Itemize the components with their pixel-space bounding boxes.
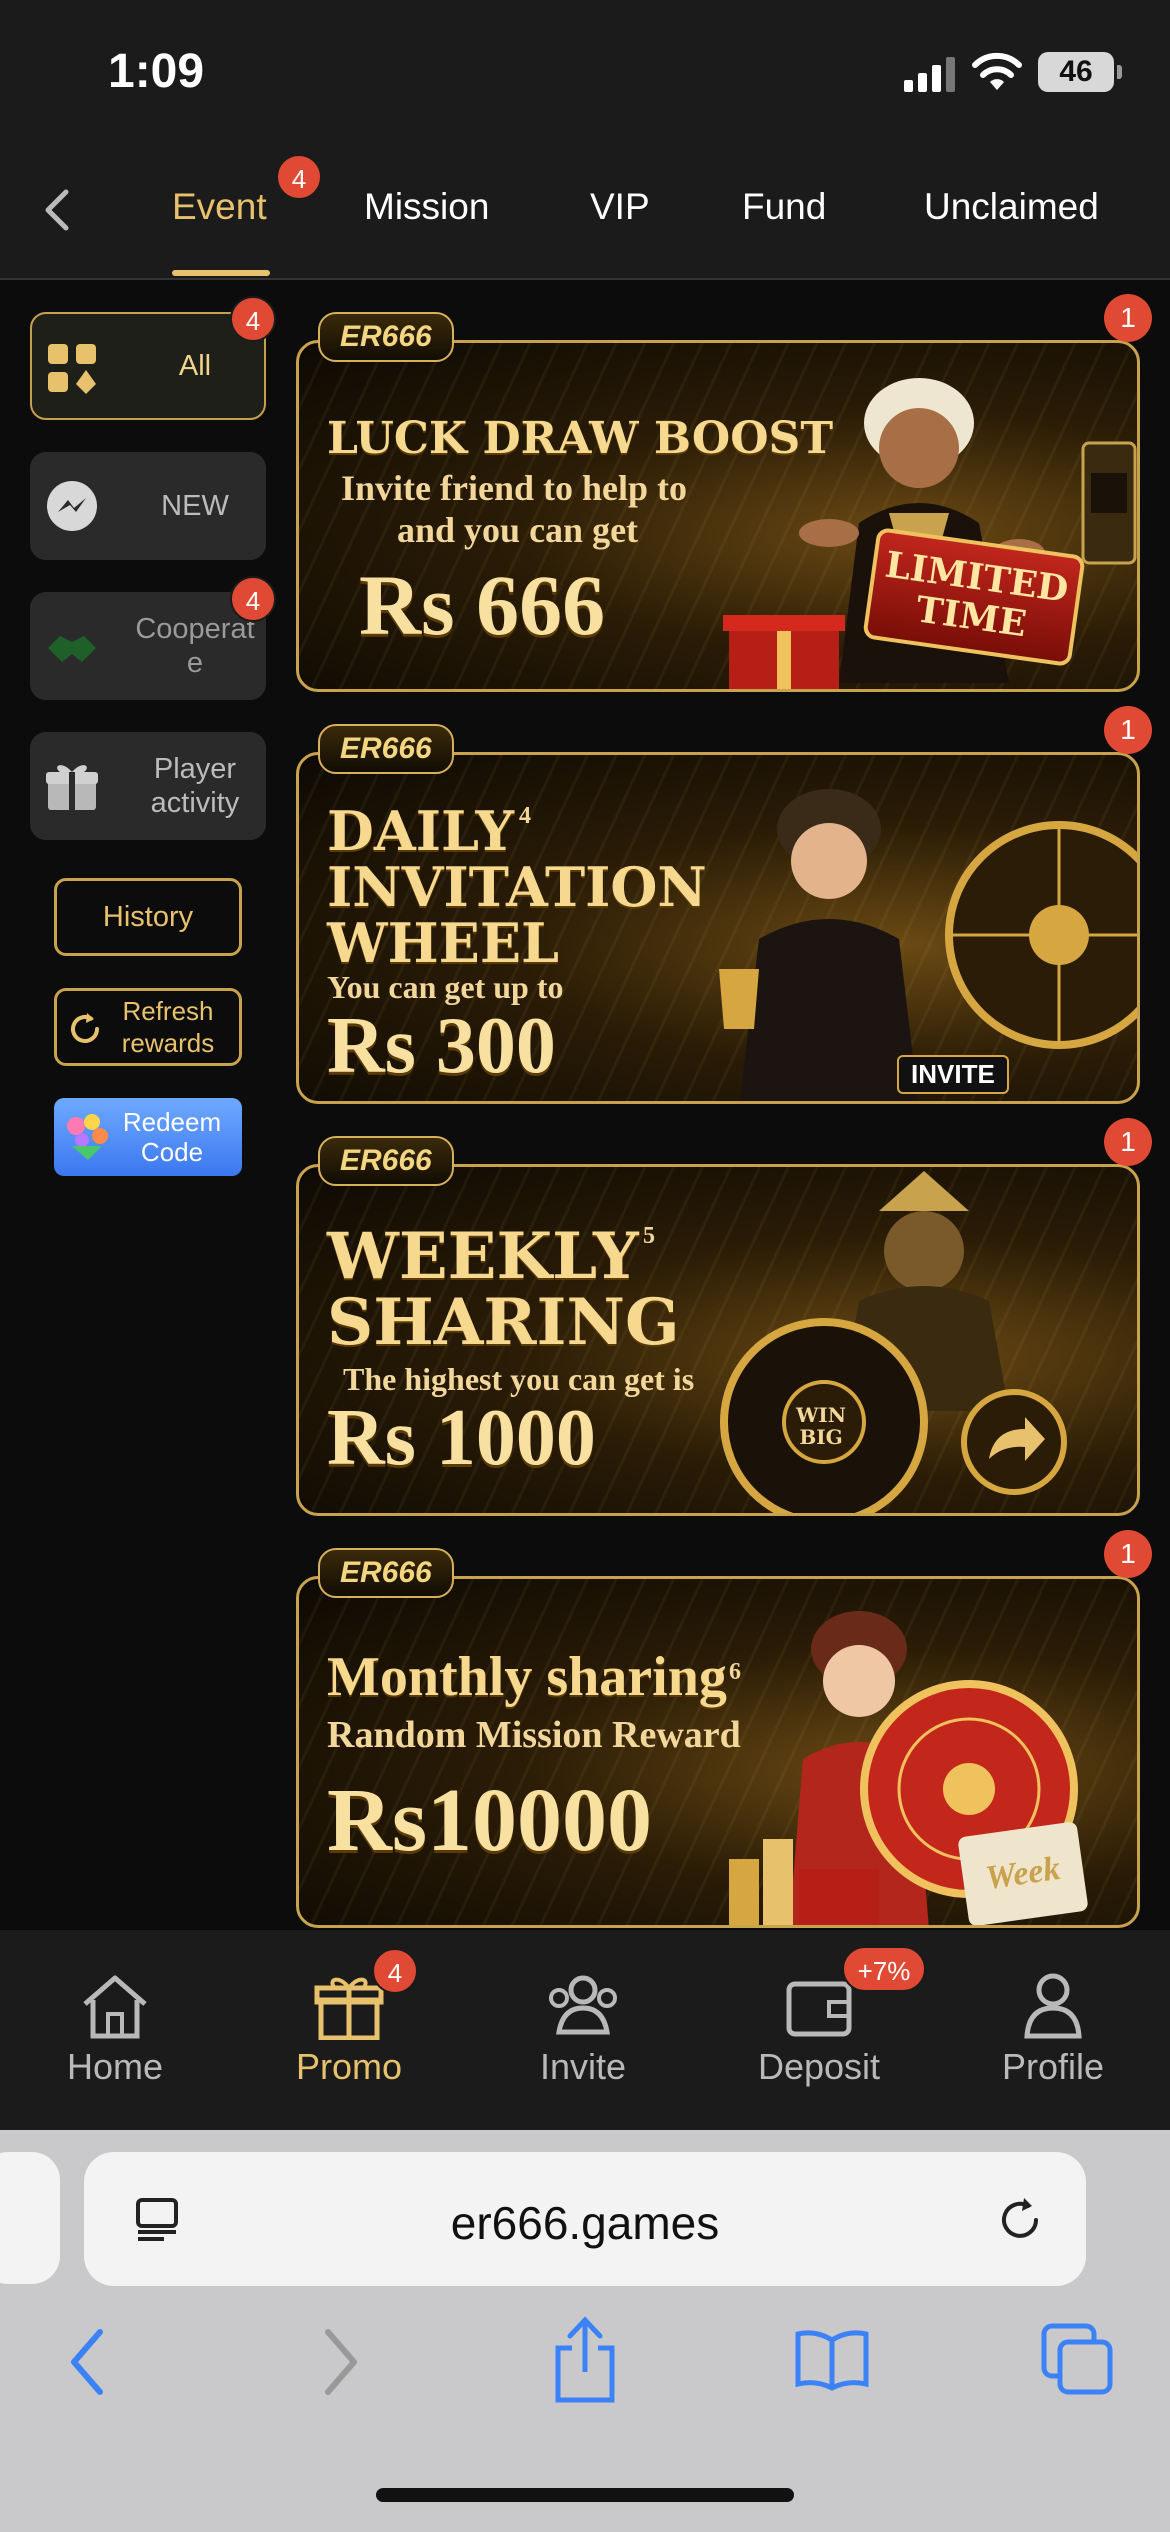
home-indicator[interactable]: [376, 2488, 794, 2502]
top-tab-bar: Event 4 Mission VIP Fund Unclaimed: [0, 150, 1170, 280]
er666-logo: ER666: [318, 724, 454, 774]
status-bar: 1:09 46: [0, 0, 1170, 150]
reload-icon[interactable]: [996, 2196, 1044, 2244]
prize-wheel-icon: [945, 821, 1137, 1049]
sidebar-item-label: Player activity: [150, 753, 240, 819]
tab-mission[interactable]: Mission: [364, 186, 489, 228]
banner-amount: Rs10000: [327, 1771, 653, 1870]
gold-coins-stack-icon: [729, 1839, 879, 1925]
bottom-nav-home[interactable]: Home: [30, 1970, 200, 2088]
sidebar-all-badge: 4: [230, 296, 276, 342]
er666-logo: ER666: [318, 1136, 454, 1186]
sidebar-item-cooperate[interactable]: Cooperat e: [30, 592, 266, 700]
handshake-icon: [48, 636, 96, 662]
banner-title-line: INVITATION: [327, 855, 707, 919]
win-big-label: WIN BIG: [795, 1403, 847, 1449]
person-icon: [1024, 1973, 1082, 2039]
bookmarks-icon[interactable]: [792, 2326, 872, 2392]
er666-logo: ER666: [318, 1548, 454, 1598]
refresh-icon: [71, 1013, 99, 1043]
banner-amount: Rs 666: [359, 557, 606, 653]
banner-amount: Rs 300: [327, 1002, 556, 1090]
browser-back-icon[interactable]: [60, 2322, 116, 2402]
active-tab-indicator: [172, 270, 270, 276]
bottom-nav-label: Profile: [1001, 2046, 1105, 2087]
banner-luck-draw-boost[interactable]: LUCK DRAW BOOST Invite friend to help to…: [296, 340, 1140, 692]
back-chevron-icon[interactable]: [28, 180, 88, 240]
bottom-nav-profile[interactable]: Profile: [968, 1970, 1138, 2088]
tab-event[interactable]: Event: [172, 186, 267, 228]
gift-box-icon: [46, 765, 98, 810]
aviator-woman-illustration: [719, 789, 919, 1101]
history-button[interactable]: History: [54, 878, 242, 956]
banner-title-line: WHEEL: [327, 911, 559, 975]
redeem-code-button[interactable]: Redeem Code: [54, 1098, 242, 1176]
browser-forward-icon[interactable]: [312, 2322, 368, 2402]
sidebar-item-label: NEW: [161, 490, 229, 522]
bottom-nav-invite[interactable]: Invite: [498, 1970, 668, 2088]
previous-tab-card[interactable]: [0, 2152, 60, 2284]
sidebar-item-player-activity[interactable]: Player activity: [30, 732, 266, 840]
tab-event-badge: 4: [276, 154, 322, 200]
status-time: 1:09: [108, 45, 205, 98]
banner-badge: 1: [1104, 294, 1152, 342]
tabs-icon[interactable]: [1040, 2322, 1116, 2398]
url-text: er666.games: [450, 2197, 720, 2249]
gift-box-icon: [723, 615, 845, 689]
banner-title-line: DAILY: [327, 799, 515, 863]
bottom-nav-label: Home: [66, 2046, 164, 2087]
banner-badge: 1: [1104, 1530, 1152, 1578]
address-bar[interactable]: er666.games: [84, 2152, 1086, 2286]
sidebar-item-new[interactable]: NEW: [30, 452, 266, 560]
banner-badge: 1: [1104, 1118, 1152, 1166]
banner-subtitle: Random Mission Reward: [327, 1714, 741, 1756]
banner-weekly-sharing[interactable]: WEEKLY 5 SHARING The highest you can get…: [296, 1164, 1140, 1516]
promo-badge: 4: [372, 1948, 418, 1994]
banner-title-line: SHARING: [327, 1285, 680, 1360]
grid-icon: [48, 344, 96, 394]
cellular-signal-icon: [904, 57, 955, 92]
slot-machine-icon: [1081, 441, 1137, 565]
sidebar-item-all[interactable]: All: [30, 312, 266, 420]
flower-bouquet-icon: [67, 1114, 108, 1160]
week-calendar-tag: Week: [957, 1821, 1089, 1925]
messenger-icon: [47, 481, 97, 531]
banner-daily-invitation-wheel[interactable]: DAILY 4 INVITATION WHEEL You can get up …: [296, 752, 1140, 1104]
tab-vip[interactable]: VIP: [590, 186, 650, 228]
banner-amount: Rs 1000: [327, 1394, 596, 1482]
er666-logo: ER666: [318, 312, 454, 362]
bottom-nav-label: Deposit: [757, 2046, 881, 2087]
banner-subtitle: Invite friend to help to: [341, 468, 687, 508]
sidebar-cooperate-badge: 4: [230, 576, 276, 622]
invite-tag: INVITE: [897, 1055, 1009, 1094]
banner-subtitle: and you can get: [397, 510, 639, 550]
banner-title: Monthly sharing: [327, 1646, 727, 1708]
home-icon: [83, 1975, 147, 2039]
browser-toolbar: er666.games: [0, 2130, 1170, 2532]
bottom-tab-bar: Home Promo 4 Invite Deposit +7% Profile: [0, 1930, 1170, 2130]
refresh-rewards-button[interactable]: Refresh rewards: [54, 988, 242, 1066]
people-icon: [549, 1975, 617, 2035]
redeem-code-label: Redeem Code: [122, 1107, 222, 1167]
banner-title-line: WEEKLY: [327, 1219, 639, 1294]
bottom-nav-label: Invite: [539, 2046, 627, 2087]
deposit-bonus-badge: +7%: [842, 1946, 926, 1992]
tab-unclaimed[interactable]: Unclaimed: [924, 186, 1099, 228]
banner-number: 6: [729, 1659, 741, 1685]
share-icon[interactable]: [550, 2314, 620, 2404]
banner-badge: 1: [1104, 706, 1152, 754]
arrow-share-icon: [961, 1389, 1067, 1495]
banner-monthly-sharing[interactable]: Monthly sharing 6 Random Mission Reward …: [296, 1576, 1140, 1928]
banner-number: 5: [643, 1223, 655, 1249]
tab-fund[interactable]: Fund: [742, 186, 826, 228]
battery-indicator: 46: [1038, 52, 1122, 92]
wifi-icon: [972, 52, 1022, 90]
bottom-nav-label: Promo: [295, 2046, 403, 2087]
refresh-rewards-label: Refresh rewards: [121, 996, 215, 1058]
banner-title: LUCK DRAW BOOST: [327, 413, 834, 464]
banner-number: 4: [519, 803, 531, 829]
